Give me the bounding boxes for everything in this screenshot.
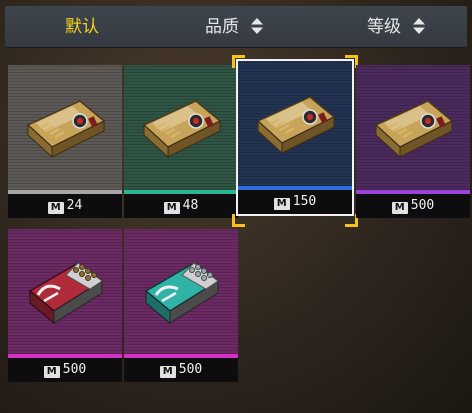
price-tag: M 24 [8, 194, 122, 218]
item-card[interactable]: M 500 [124, 229, 238, 382]
ammo-box-icon [26, 100, 106, 159]
sort-grade-label: 等级 [367, 17, 401, 37]
item-card[interactable]: M 24 [8, 65, 122, 218]
ammo-box-icon [142, 100, 222, 159]
price-tag: M 150 [238, 190, 352, 214]
price-value: 500 [62, 362, 87, 377]
m-coin-icon: M [273, 198, 290, 210]
sort-quality-label: 品质 [205, 17, 239, 37]
price-value: 48 [182, 198, 199, 213]
price-value: 24 [66, 198, 83, 213]
m-coin-icon: M [47, 202, 64, 214]
m-coin-icon: M [159, 366, 176, 378]
item-card[interactable]: M 500 [8, 229, 122, 382]
price-tag: M 500 [8, 358, 122, 382]
price-tag: M 500 [124, 358, 238, 382]
ammo-box-icon [256, 96, 336, 155]
price-value: 150 [292, 194, 317, 209]
sort-grade-button[interactable]: 等级 [367, 6, 426, 48]
m-coin-icon: M [43, 366, 60, 378]
sort-updown-icon [251, 17, 264, 34]
m-coin-icon: M [391, 202, 408, 214]
sort-updown-icon [413, 17, 426, 34]
m-coin-icon: M [163, 202, 180, 214]
red-shell-box-icon [28, 262, 104, 325]
sort-bar: 默认 品质 等级 [5, 6, 467, 48]
price-tag: M 500 [356, 194, 470, 218]
sort-quality-button[interactable]: 品质 [205, 6, 264, 48]
price-value: 500 [178, 362, 203, 377]
item-card[interactable]: M 500 [356, 65, 470, 218]
price-value: 500 [410, 198, 435, 213]
price-tag: M 48 [124, 194, 238, 218]
ammo-box-icon [374, 100, 454, 159]
sort-default-button[interactable]: 默认 [65, 6, 99, 48]
item-card[interactable]: M 48 [124, 65, 238, 218]
teal-shell-box-icon [144, 262, 220, 325]
item-card-selected[interactable]: M 150 [236, 59, 354, 216]
sort-default-label: 默认 [65, 17, 99, 37]
